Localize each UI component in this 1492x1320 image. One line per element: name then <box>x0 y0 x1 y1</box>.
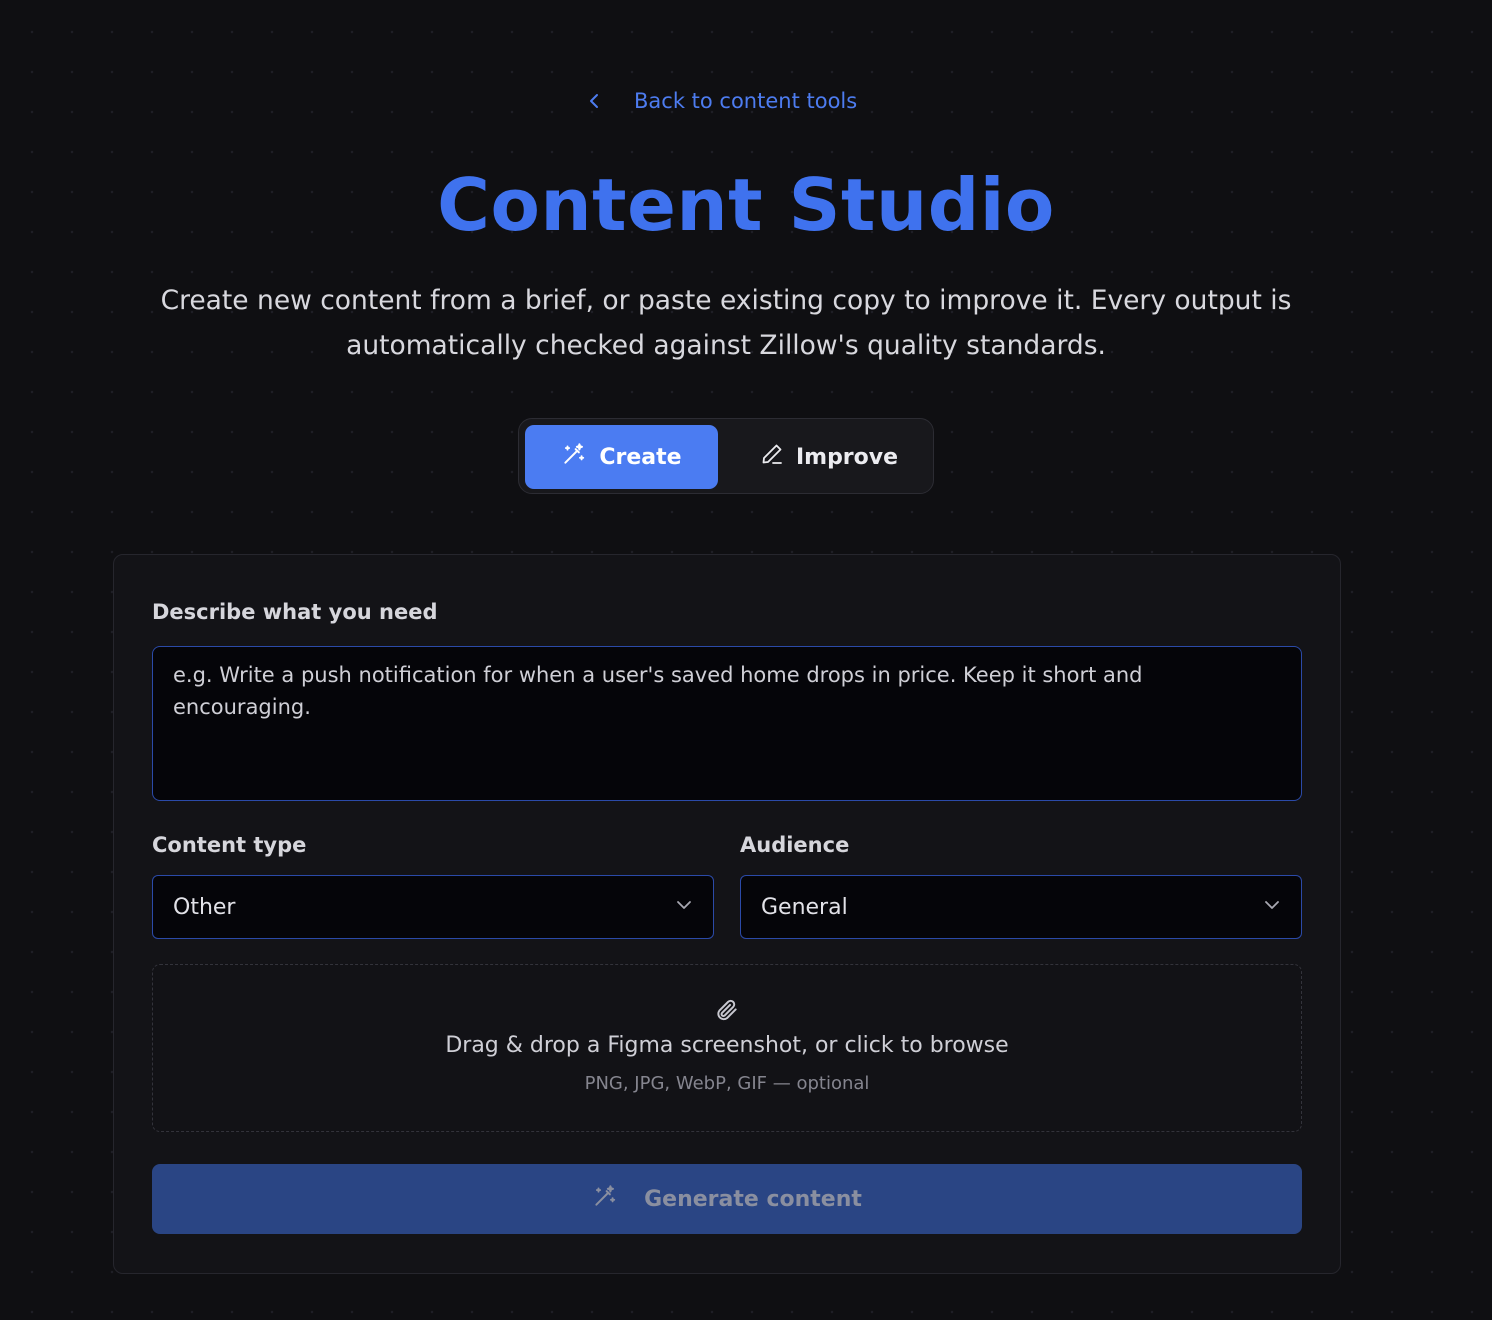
create-form-card: Describe what you need Content type Othe… <box>113 554 1341 1274</box>
magic-wand-icon <box>592 1183 644 1215</box>
generate-content-label: Generate content <box>644 1186 862 1212</box>
generate-content-button[interactable]: Generate content <box>152 1164 1302 1234</box>
improve-mode-button[interactable]: Improve <box>729 425 929 489</box>
mode-toggle: Create Improve <box>518 418 934 494</box>
chevron-down-icon <box>675 896 693 918</box>
back-to-content-tools-link[interactable]: Back to content tools <box>586 86 906 116</box>
brief-textarea[interactable] <box>152 646 1302 801</box>
improve-mode-label: Improve <box>795 444 899 470</box>
content-type-value: Other <box>173 894 236 920</box>
content-type-label: Content type <box>152 833 307 857</box>
page-subtitle: Create new content from a brief, or past… <box>160 285 1292 361</box>
create-mode-label: Create <box>599 444 682 470</box>
magic-wand-icon <box>561 441 599 473</box>
audience-label: Audience <box>740 833 850 857</box>
paperclip-icon <box>714 997 740 1023</box>
page-title: Content Studio <box>437 163 1055 247</box>
brief-label: Describe what you need <box>152 600 438 624</box>
dropzone-text: Drag & drop a Figma screenshot, or click… <box>445 1033 1009 1058</box>
audience-value: General <box>761 894 848 920</box>
screenshot-dropzone[interactable]: Drag & drop a Figma screenshot, or click… <box>152 964 1302 1132</box>
content-type-select[interactable]: Other <box>152 875 714 939</box>
chevron-left-icon <box>586 92 604 110</box>
audience-select[interactable]: General <box>740 875 1302 939</box>
create-mode-button[interactable]: Create <box>525 425 718 489</box>
pencil-icon <box>760 442 796 472</box>
chevron-down-icon <box>1263 896 1281 918</box>
dropzone-hint: PNG, JPG, WebP, GIF — optional <box>584 1073 870 1094</box>
back-link-label: Back to content tools <box>634 89 858 113</box>
